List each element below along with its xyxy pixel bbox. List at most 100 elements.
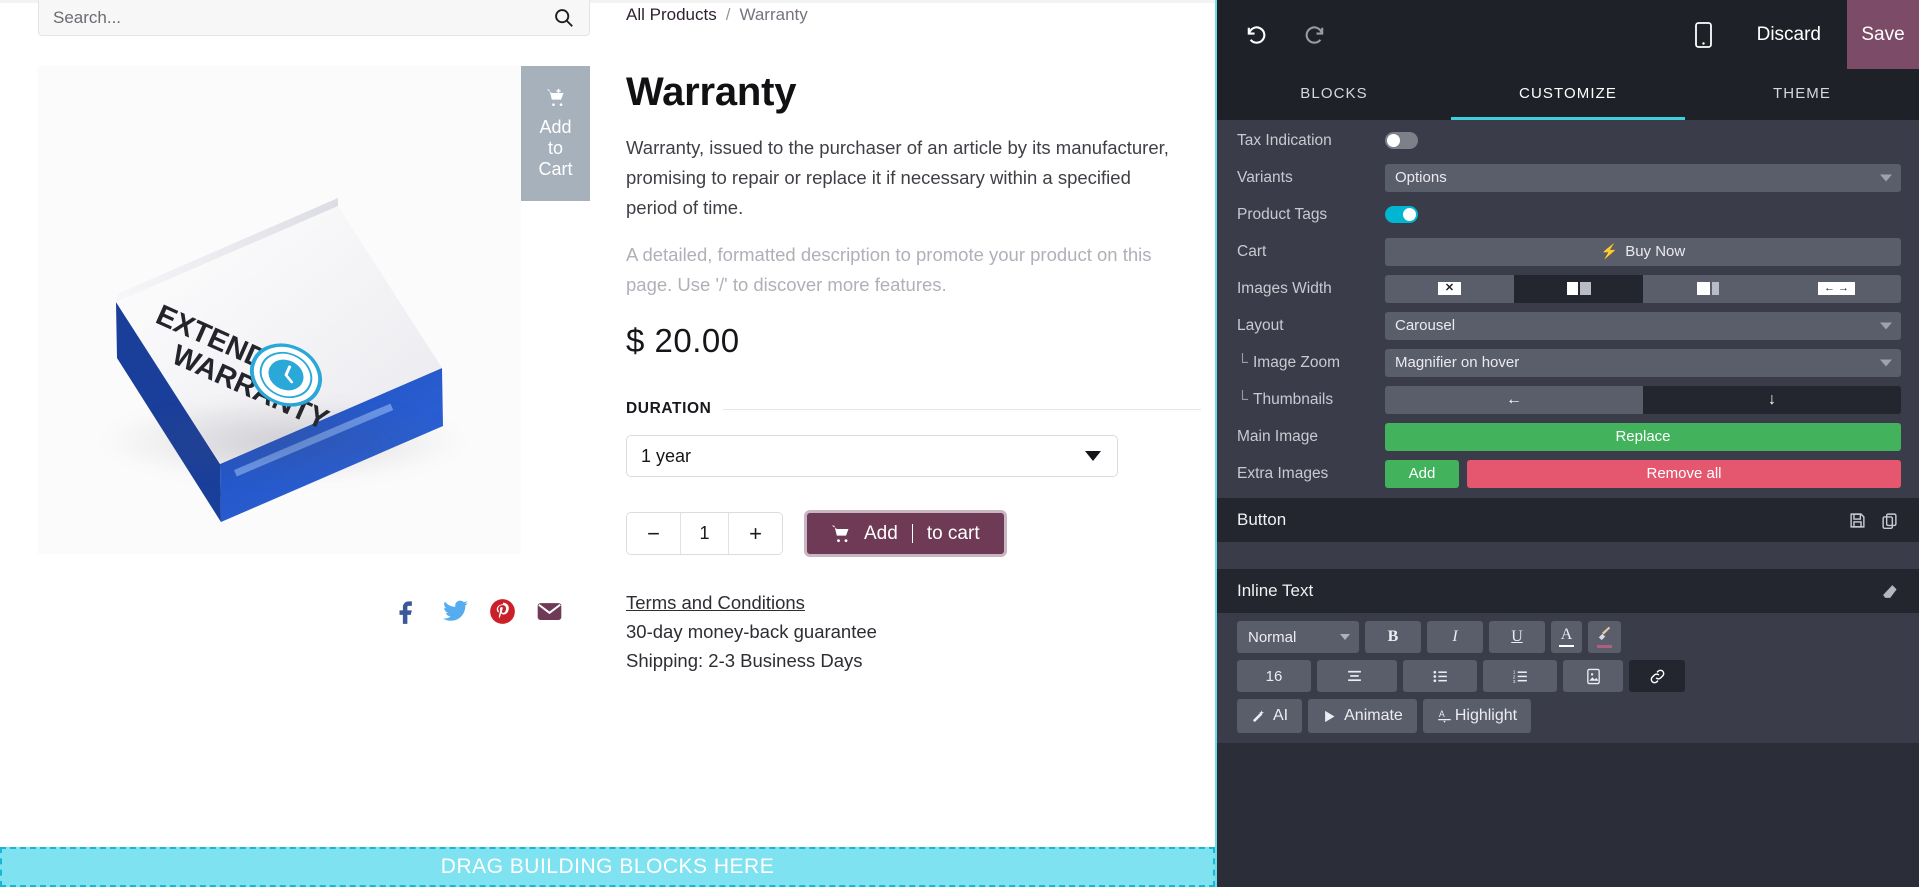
add-extra-image-button[interactable]: Add (1385, 459, 1459, 488)
chevron-down-icon (1880, 359, 1892, 366)
redo-button[interactable] (1285, 0, 1345, 69)
floating-cart-line-3: Cart (538, 159, 573, 180)
formatting-row-3: AI Animate A Highlight (1237, 699, 1907, 733)
tab-blocks[interactable]: BLOCKS (1217, 69, 1451, 120)
quantity-stepper[interactable]: − 1 + (626, 512, 783, 555)
text-style-value: Normal (1248, 628, 1297, 646)
mobile-icon (1695, 21, 1712, 48)
highlight-color-bar (1597, 645, 1612, 648)
insert-image-button[interactable] (1563, 660, 1623, 692)
product-main-image[interactable]: EXTENDED WARRANTY (38, 66, 521, 554)
redo-icon (1305, 26, 1323, 44)
images-width-segmented: ✕ ← → (1385, 274, 1901, 303)
chevron-down-icon (1085, 451, 1101, 461)
cart-plus-icon (546, 88, 566, 112)
tax-indication-toggle[interactable] (1385, 132, 1418, 149)
product-title[interactable]: Warranty (626, 70, 1201, 115)
inline-text-formatting-toolbar: Normal B I U A 16 1 2 3 AI Animate A Hig… (1217, 613, 1919, 743)
chevron-down-icon (1880, 174, 1892, 181)
product-description-placeholder[interactable]: A detailed, formatted description to pro… (626, 240, 1171, 300)
italic-button[interactable]: I (1427, 621, 1483, 653)
search-icon (554, 9, 573, 27)
buy-now-button[interactable]: ⚡ Buy Now (1385, 237, 1901, 266)
product-detail-column: All Products / Warranty Warranty Warrant… (626, 0, 1201, 672)
font-size-input[interactable]: 16 (1237, 660, 1311, 692)
add-to-cart-label-before: Add (864, 522, 898, 544)
replace-main-image-button[interactable]: Replace (1385, 422, 1901, 451)
search-input[interactable] (39, 7, 537, 28)
editor-tabs: BLOCKS CUSTOMIZE THEME (1217, 69, 1919, 120)
animate-button[interactable]: Animate (1308, 699, 1417, 733)
insert-link-button[interactable] (1629, 660, 1685, 692)
add-to-cart-button[interactable]: Add to cart (804, 510, 1007, 557)
undo-button[interactable] (1225, 0, 1285, 69)
text-style-select[interactable]: Normal (1237, 621, 1359, 653)
eraser-icon[interactable] (1873, 583, 1905, 600)
pinterest-icon[interactable] (489, 598, 516, 625)
option-field-product-tags (1385, 206, 1901, 223)
image-zoom-select[interactable]: Magnifier on hover (1385, 348, 1901, 377)
customize-options-list: Tax Indication Variants Options Product … (1217, 120, 1919, 498)
option-field-thumbnails: ← ↓ (1385, 385, 1901, 414)
option-label-cart: Cart (1237, 242, 1267, 260)
numbered-list-button[interactable]: 123 (1483, 660, 1557, 692)
product-description[interactable]: Warranty, issued to the purchaser of an … (626, 133, 1171, 223)
quantity-increment-button[interactable]: + (729, 513, 782, 554)
chevron-down-icon (1880, 322, 1892, 329)
layout-select[interactable]: Carousel (1385, 311, 1901, 340)
copy-icon[interactable] (1873, 512, 1905, 529)
image-zoom-label-text: Image Zoom (1252, 353, 1340, 371)
extra-images-buttons: Add Remove all (1385, 459, 1901, 488)
breadcrumb-all-products[interactable]: All Products (626, 5, 717, 25)
bullet-list-button[interactable] (1403, 660, 1477, 692)
underline-button[interactable]: U (1489, 621, 1545, 653)
sub-option-elbow-icon: └ (1237, 390, 1248, 408)
terms-and-conditions-link[interactable]: Terms and Conditions (626, 592, 805, 614)
ai-label: AI (1273, 707, 1289, 724)
text-align-button[interactable] (1317, 660, 1397, 692)
arrows-horizontal-icon: ← → (1817, 282, 1856, 295)
email-icon[interactable] (536, 598, 563, 625)
images-width-half-button[interactable] (1514, 274, 1643, 303)
text-highlight-color-button[interactable] (1588, 621, 1621, 653)
floating-add-to-cart-button[interactable]: Add to Cart (521, 66, 590, 201)
quantity-value[interactable]: 1 (680, 513, 729, 554)
variant-rule (723, 408, 1201, 410)
font-color-button[interactable]: A (1551, 621, 1582, 653)
save-icon[interactable] (1841, 512, 1873, 529)
remove-all-extra-images-button[interactable]: Remove all (1467, 459, 1901, 488)
floating-cart-line-2: to (547, 138, 563, 158)
images-width-third-button[interactable] (1643, 274, 1772, 303)
ai-button[interactable]: AI (1237, 699, 1303, 733)
search-bar[interactable] (38, 0, 590, 36)
thumbnails-left-button[interactable]: ← (1385, 385, 1643, 414)
images-width-none-button[interactable]: ✕ (1385, 274, 1514, 303)
bold-button[interactable]: B (1365, 621, 1421, 653)
facebook-icon[interactable] (395, 598, 422, 625)
button-section-title: Button (1237, 510, 1287, 529)
twitter-icon[interactable] (442, 598, 469, 625)
option-row-image-zoom: └ Image Zoom Magnifier on hover (1217, 344, 1919, 381)
thumbnails-segmented: ← ↓ (1385, 385, 1901, 414)
quantity-decrement-button[interactable]: − (627, 513, 680, 554)
tab-theme[interactable]: THEME (1685, 69, 1919, 120)
variant-label-row: DURATION (626, 400, 1201, 418)
highlight-button[interactable]: A Highlight (1422, 699, 1532, 733)
duration-select[interactable]: 1 year (626, 435, 1118, 477)
option-field-extra-images: Add Remove all (1385, 459, 1901, 488)
undo-icon (1247, 26, 1265, 44)
product-tags-toggle[interactable] (1385, 206, 1418, 223)
thumbnails-bottom-button[interactable]: ↓ (1643, 385, 1901, 414)
drag-blocks-dropzone[interactable]: DRAG BUILDING BLOCKS HERE (0, 847, 1215, 887)
discard-button[interactable]: Discard (1731, 0, 1847, 69)
option-row-main-image: Main Image Replace (1217, 418, 1919, 455)
search-submit-button[interactable] (537, 0, 589, 36)
tab-customize[interactable]: CUSTOMIZE (1451, 69, 1685, 120)
images-width-full-button[interactable]: ← → (1772, 274, 1901, 303)
button-section-body (1217, 542, 1919, 569)
buy-now-label: Buy Now (1625, 243, 1686, 260)
mobile-preview-button[interactable] (1677, 0, 1731, 69)
svg-text:A: A (1439, 709, 1445, 719)
variants-select[interactable]: Options (1385, 163, 1901, 192)
save-button[interactable]: Save (1847, 0, 1919, 69)
